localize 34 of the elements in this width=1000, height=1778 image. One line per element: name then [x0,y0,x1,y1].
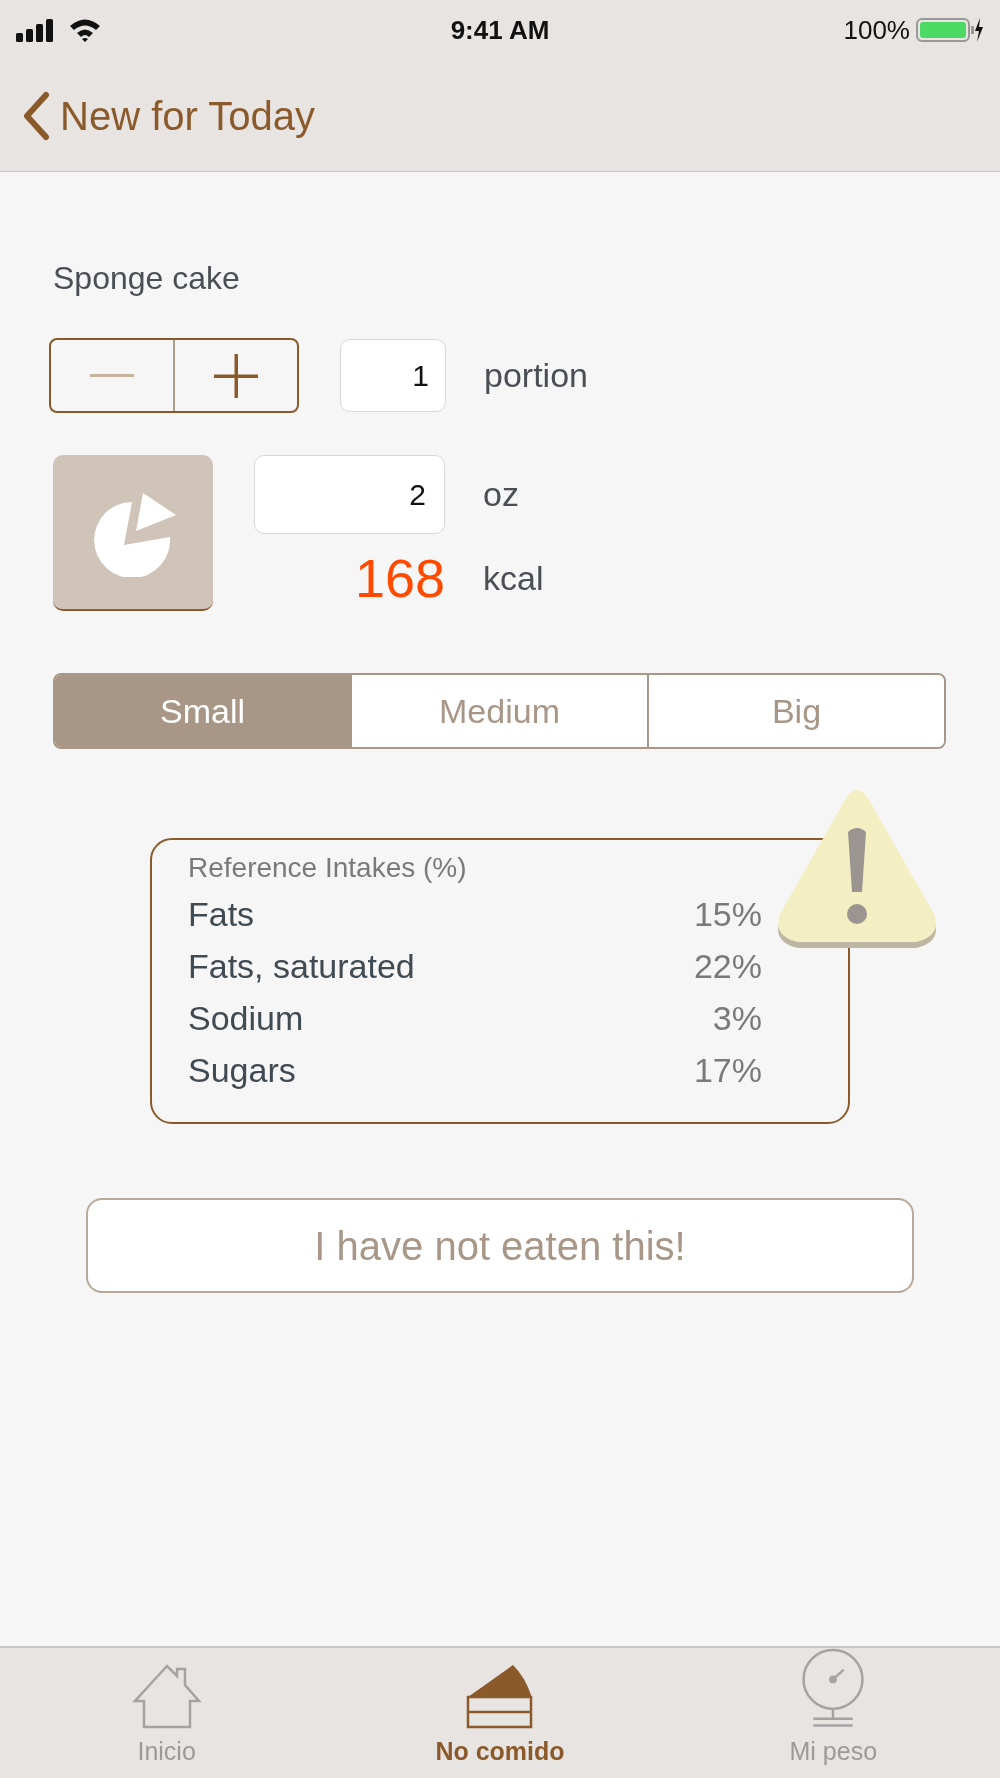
nutrient-name: Sugars [188,1050,296,1091]
nutrient-percent: 3% [712,998,762,1039]
calorie-value: 168 [354,547,445,610]
size-segment[interactable]: Small [55,675,350,747]
tab-bar-item[interactable]: Mi peso [666,1648,1000,1778]
not-eaten-button[interactable]: I have not eaten this! [86,1198,914,1293]
nutrient-percent: 17% [693,1050,762,1091]
food-name: Sponge cake [53,259,241,298]
cake-slice-icon [465,1662,535,1729]
weight-unit: oz [483,474,519,515]
reference-intakes-title: Reference Intakes (%) [188,851,468,885]
plus-icon [214,353,258,398]
nutrient-percent: 22% [693,946,762,987]
wifi-icon [68,17,102,43]
portion-field[interactable]: 1 [340,339,446,412]
nutrient-name: Fats [188,894,255,935]
nutrient-name: Fats, saturated [188,946,415,987]
nutrient-percent: 15% [693,894,762,935]
portion-unit: portion [484,355,588,396]
size-segment[interactable]: Medium [350,675,647,747]
nutrient-name: Sodium [188,998,304,1039]
food-icon-button[interactable] [53,455,213,611]
back-button[interactable]: New for Today [22,85,315,146]
weight-field[interactable]: 2 [254,455,445,534]
battery-charging-icon [916,17,984,43]
minus-icon [90,373,134,378]
tab-bar-item[interactable]: Inicio [0,1648,334,1778]
battery-percent: 100% [843,13,910,47]
calorie-unit: kcal [483,557,544,599]
status-time: 9:41 AM [450,13,550,47]
tab-bar-item[interactable]: No comido [333,1648,667,1778]
size-segment[interactable]: Big [647,675,944,747]
house-icon [131,1662,202,1729]
back-chevron-icon [22,90,50,141]
